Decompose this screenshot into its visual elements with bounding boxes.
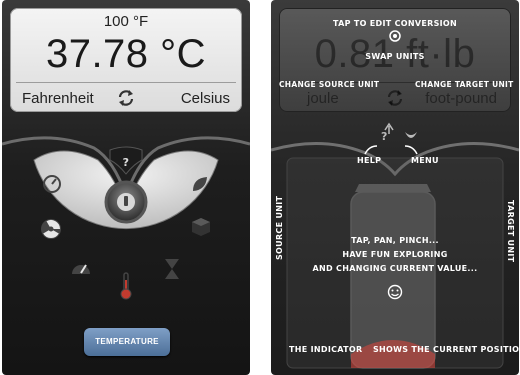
help-label: ? <box>122 156 130 169</box>
source-unit-selector[interactable]: Fahrenheit <box>22 90 94 107</box>
temperature-converter-screen: 100 °F 37.78 °C Fahrenheit Celsius ? TEM… <box>2 0 250 375</box>
target-unit-selector[interactable]: Celsius <box>181 90 230 107</box>
target-unit-selector[interactable]: foot-pound <box>425 90 497 107</box>
help-overlay-screen: 0.81 ft·lb joule foot-pound TAP TO EDIT … <box>271 0 519 375</box>
conversion-display[interactable]: 100 °F 37.78 °C Fahrenheit Celsius <box>10 8 242 112</box>
hint-menu: MENU <box>411 156 439 165</box>
swap-units-icon[interactable] <box>116 88 136 108</box>
hint-help: HELP <box>357 156 382 165</box>
overlay-art <box>271 122 519 369</box>
source-value: 100 °F <box>103 13 149 30</box>
help-symbol: ? <box>381 130 388 143</box>
hint-change-source: CHANGE SOURCE UNIT <box>279 80 380 89</box>
gauge-icon[interactable] <box>42 174 62 194</box>
source-unit-selector[interactable]: joule <box>307 90 339 107</box>
hint-current-position: SHOWS THE CURRENT POSITION <box>373 345 519 354</box>
hint-gesture-line1: TAP, PAN, PINCH... <box>351 236 439 245</box>
radiation-icon[interactable] <box>40 218 62 240</box>
smiley-icon <box>387 284 403 300</box>
tap-icon <box>389 30 401 42</box>
hint-indicator: THE INDICATOR <box>289 345 363 354</box>
hint-swap-units: SWAP UNITS <box>365 52 425 61</box>
hint-gesture-line3: AND CHANGING CURRENT VALUE... <box>312 264 478 273</box>
display-divider <box>16 82 236 83</box>
hint-change-target: CHANGE TARGET UNIT <box>415 80 514 89</box>
thermometer-icon[interactable] <box>119 272 133 300</box>
result-value: 37.78 °C <box>45 32 207 76</box>
swap-units-icon[interactable] <box>385 88 405 108</box>
cube-icon[interactable] <box>190 216 212 238</box>
speedometer-icon[interactable] <box>70 258 92 278</box>
category-label[interactable]: TEMPERATURE <box>84 328 170 356</box>
hint-tap-to-edit: TAP TO EDIT CONVERSION <box>332 19 458 28</box>
hourglass-icon[interactable] <box>162 258 182 280</box>
leaf-icon[interactable] <box>190 174 210 194</box>
hint-gesture-line2: HAVE FUN EXPLORING <box>342 250 448 259</box>
menu-icon[interactable] <box>403 130 419 144</box>
